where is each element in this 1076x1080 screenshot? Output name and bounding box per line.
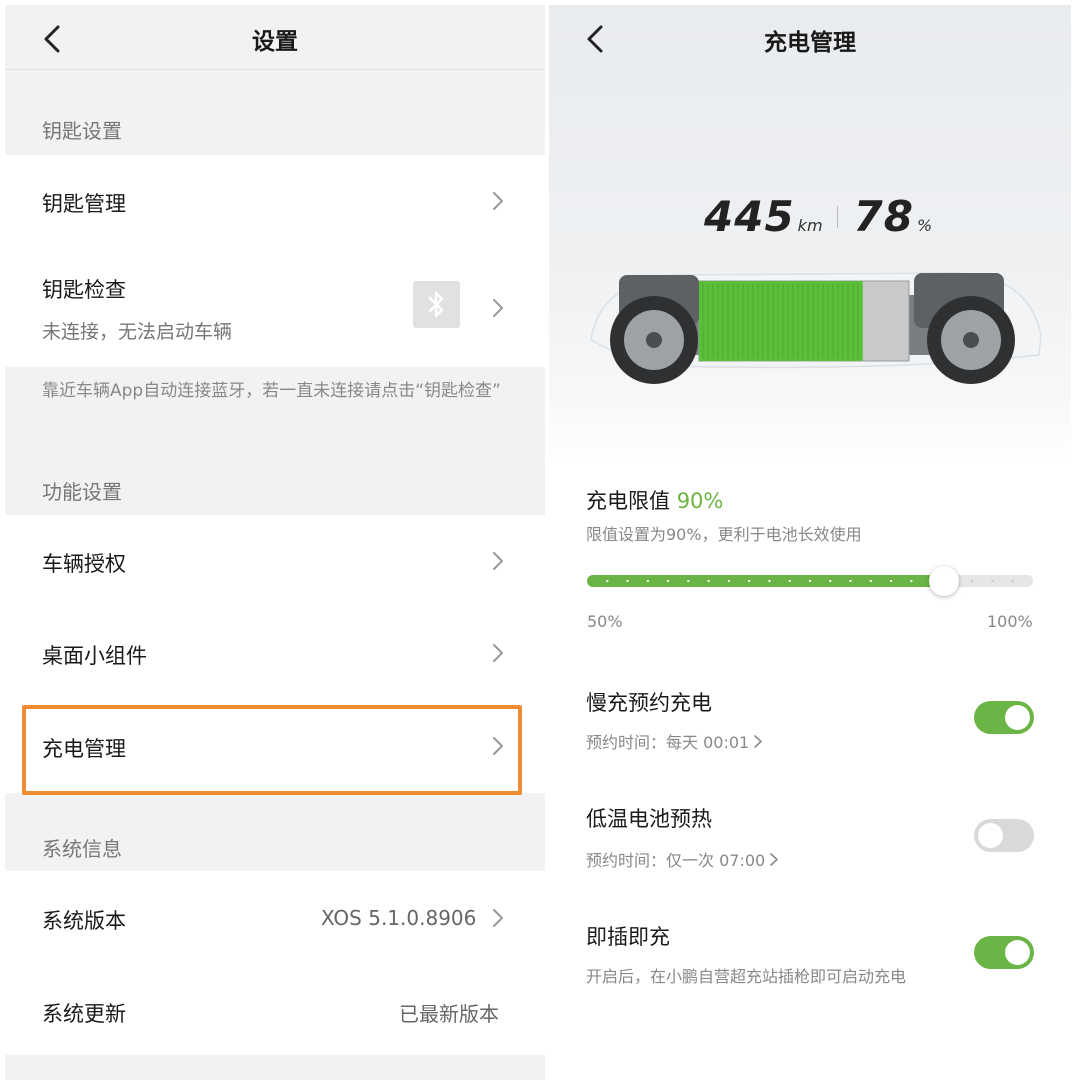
slow-charge-label: 慢充预约充电 — [586, 691, 712, 715]
key-hint-text: 靠近车辆App自动连接蓝牙，若一直未连接请点击“钥匙检查” — [42, 381, 501, 401]
slider-tick — [727, 580, 730, 582]
list-item-label: 钥匙检查 — [42, 278, 126, 302]
slider-tick — [890, 580, 893, 582]
system-version-value: XOS 5.1.0.8906 — [321, 906, 477, 930]
list-item-charge-manage[interactable]: 充电管理 — [5, 699, 545, 793]
chevron-right-icon — [769, 852, 779, 867]
slider-tick — [687, 580, 690, 582]
slider-tick — [991, 580, 994, 582]
front-wheel — [610, 296, 698, 384]
bluetooth-icon — [413, 281, 460, 328]
section-function-settings: 功能设置 — [42, 480, 122, 504]
list-item-system-version[interactable]: 系统版本 XOS 5.1.0.8906 — [5, 871, 545, 963]
slider-min-label: 50% — [587, 612, 623, 631]
plug-charge-label: 即插即充 — [586, 925, 670, 949]
charge-limit-title: 充电限值 90% — [586, 485, 723, 515]
preheat-toggle[interactable] — [974, 819, 1034, 852]
battery-pack — [698, 280, 910, 362]
chevron-right-icon — [491, 190, 505, 212]
settings-screen: 设置 钥匙设置 钥匙管理 钥匙检查 未连接，无法启动车辆 靠近车辆App自动连接… — [5, 5, 545, 1080]
toggle-knob — [1005, 940, 1030, 965]
page-title: 设置 — [252, 29, 298, 55]
slider-max-label: 100% — [987, 612, 1033, 631]
slow-charge-toggle[interactable] — [974, 701, 1034, 734]
slider-tick — [849, 580, 852, 582]
range-unit: km — [797, 216, 823, 235]
slow-charge-schedule-text: 预约时间：每天 00:01 — [586, 733, 750, 752]
vehicle-battery-illustration — [590, 272, 1042, 384]
charge-limit-desc: 限值设置为90%，更利于电池长效使用 — [586, 525, 862, 544]
preheat-label: 低温电池预热 — [586, 807, 712, 831]
slider-tick — [748, 580, 751, 582]
settings-header: 设置 — [5, 5, 545, 70]
slider-tick — [809, 580, 811, 582]
list-item-label: 充电管理 — [42, 737, 126, 761]
slider-tick — [707, 580, 710, 582]
slider-handle[interactable] — [928, 566, 959, 596]
list-item-label: 桌面小组件 — [42, 644, 147, 668]
section-key-settings: 钥匙设置 — [42, 119, 122, 143]
slider-tick — [646, 580, 649, 582]
list-item-key-manage[interactable]: 钥匙管理 — [5, 155, 545, 247]
slider-tick — [971, 580, 974, 582]
chevron-right-icon — [491, 550, 505, 572]
list-item-label: 钥匙管理 — [42, 192, 126, 216]
slider-tick — [606, 580, 609, 582]
preheat-schedule-text: 预约时间：仅一次 07:00 — [586, 851, 766, 870]
toggle-knob — [978, 823, 1003, 848]
slider-tick — [768, 580, 771, 582]
charge-management-screen: 充电管理 445 km 78 % 充电限值 90% 限值设置为90%，更利于电池… — [549, 5, 1071, 1080]
plug-charge-toggle[interactable] — [974, 936, 1034, 969]
system-update-value: 已最新版本 — [399, 1002, 499, 1026]
plug-charge-desc: 开启后，在小鹏自营超充站插枪即可启动充电 — [586, 967, 907, 986]
battery-percent-unit: % — [916, 216, 933, 235]
list-item-key-check[interactable]: 钥匙检查 未连接，无法启动车辆 — [5, 247, 545, 367]
key-connection-status: 未连接，无法启动车辆 — [42, 321, 233, 343]
stats-divider — [836, 206, 838, 228]
slider-ticks — [606, 580, 1014, 582]
toggle-knob — [1005, 705, 1030, 730]
chevron-right-icon — [491, 907, 505, 929]
slider-tick — [910, 580, 913, 582]
slider-tick — [667, 580, 670, 582]
charge-limit-label: 充电限值 — [586, 489, 670, 513]
battery-stats: 445 km 78 % — [704, 191, 932, 241]
charge-limit-value: 90% — [676, 489, 724, 513]
list-item-label: 系统版本 — [42, 909, 126, 933]
range-value: 445 — [704, 192, 795, 241]
chevron-right-icon — [491, 297, 505, 319]
preheat-schedule[interactable]: 预约时间：仅一次 07:00 — [586, 847, 779, 871]
charge-limit-slider[interactable] — [587, 566, 1033, 596]
slider-tick — [788, 580, 791, 582]
slider-tick — [869, 580, 872, 582]
list-item-label: 车辆授权 — [42, 552, 126, 576]
slider-tick — [626, 580, 629, 582]
slider-tick — [1011, 580, 1014, 582]
section-system-info: 系统信息 — [42, 837, 122, 861]
slow-charge-schedule[interactable]: 预约时间：每天 00:01 — [586, 729, 763, 753]
slider-tick — [829, 580, 832, 582]
rear-wheel — [927, 296, 1015, 384]
chevron-right-icon — [753, 734, 763, 749]
list-item-label: 系统更新 — [42, 1002, 126, 1026]
list-item-vehicle-auth[interactable]: 车辆授权 — [5, 515, 545, 607]
battery-percent-value: 78 — [853, 192, 914, 241]
list-item-desktop-widget[interactable]: 桌面小组件 — [5, 607, 545, 699]
list-item-system-update[interactable]: 系统更新 已最新版本 — [5, 963, 545, 1055]
chevron-right-icon — [491, 735, 505, 757]
page-title: 充电管理 — [764, 30, 856, 56]
chevron-right-icon — [491, 642, 505, 664]
